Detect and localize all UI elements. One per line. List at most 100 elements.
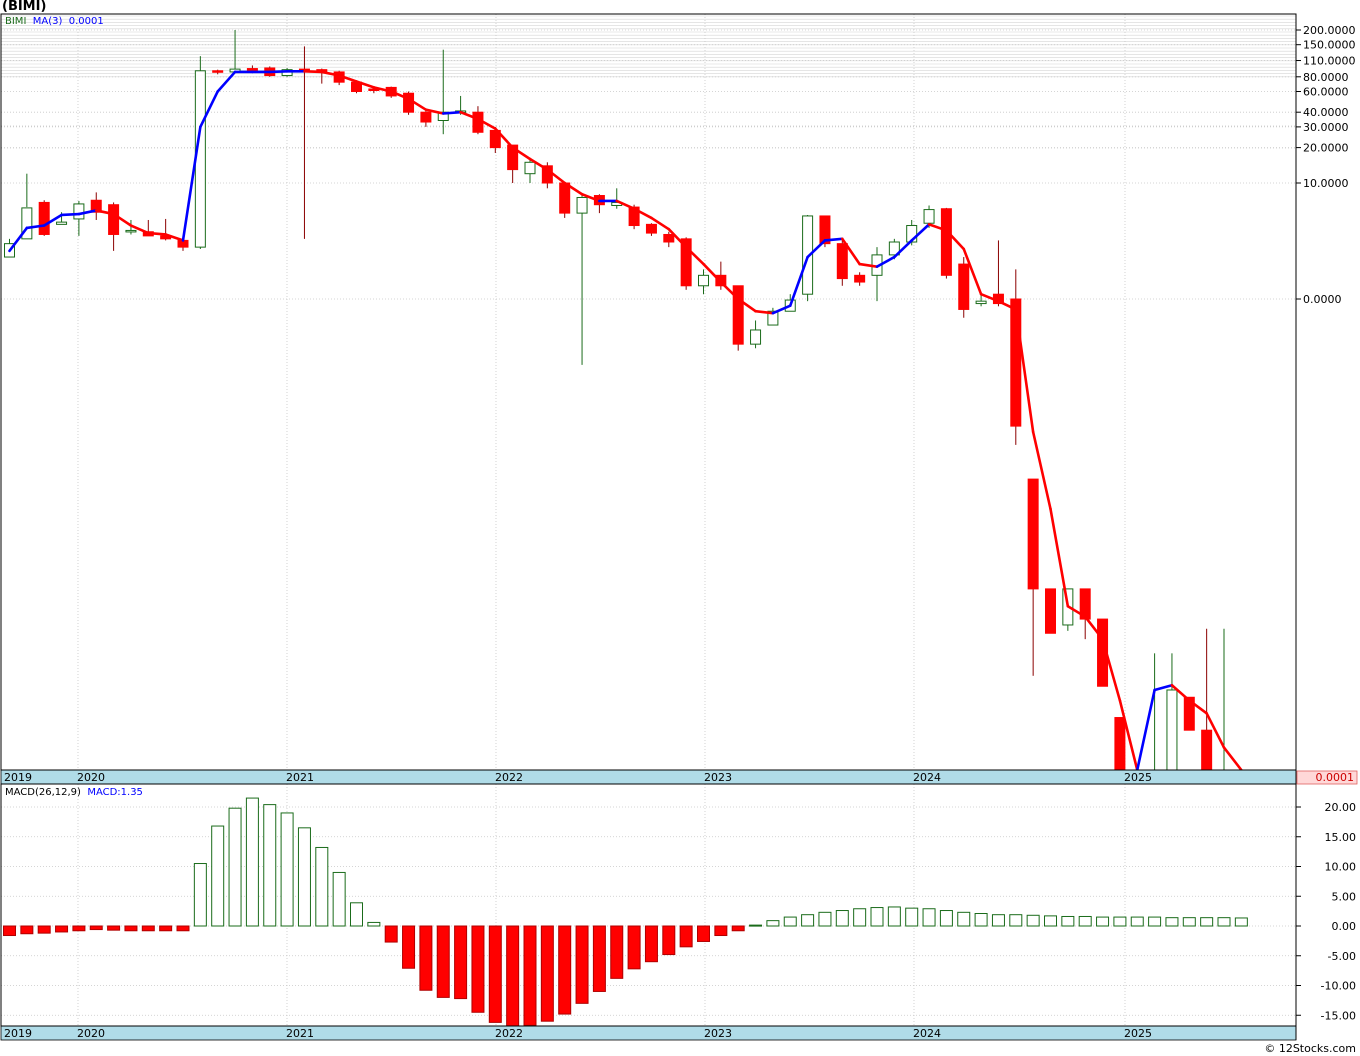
candle-body <box>38 201 50 235</box>
candle-body <box>923 209 935 224</box>
macd-bar <box>679 925 693 948</box>
candle-body <box>420 111 432 123</box>
macd-bar <box>1200 917 1214 927</box>
price-x-tick-label: 2025 <box>1124 771 1152 784</box>
ma3-segment <box>1222 746 1243 772</box>
macd-y-tick-label: 0.00 <box>1332 920 1357 933</box>
price-y-tick-label: 200.0000 <box>1303 24 1356 37</box>
candle-body <box>194 70 206 248</box>
price-x-tick-label: 2024 <box>913 771 941 784</box>
price-x-tick-label: 2023 <box>704 771 732 784</box>
macd-bar <box>558 925 572 1015</box>
macd-bar <box>367 921 381 927</box>
stock-chart: 200.0000 150.0000 110.0000 80.000060.0000 40… <box>0 13 1358 1041</box>
macd-bar <box>627 925 641 970</box>
macd-bar <box>228 807 242 927</box>
macd-bar <box>835 910 849 927</box>
macd-bar <box>887 906 901 927</box>
candle-body <box>212 70 224 73</box>
macd-y-tick-label: 20.00 <box>1325 801 1357 814</box>
macd-bar <box>159 925 173 932</box>
candle-body <box>1201 729 1213 771</box>
macd-x-tick-label: 2023 <box>704 1027 732 1040</box>
macd-y-tick-label: -10.00 <box>1321 980 1356 993</box>
macd-bar <box>540 925 554 1022</box>
price-y-tick-label: 110.0000 <box>1303 55 1356 68</box>
macd-bar <box>905 907 919 927</box>
macd-x-tick-label: 2022 <box>495 1027 523 1040</box>
macd-bar <box>1061 915 1075 927</box>
macd-bar <box>263 804 277 927</box>
price-y-axis: 200.0000 150.0000 110.0000 80.000060.0000 40… <box>1296 24 1356 306</box>
price-y-tick-label: 150.0000 <box>1303 39 1356 52</box>
candle-body <box>940 208 952 276</box>
macd-bar <box>488 925 502 1023</box>
macd-x-tick-label: 2020 <box>77 1027 105 1040</box>
candle-body <box>56 221 68 225</box>
macd-bar <box>1096 916 1110 927</box>
price-y-tick-label: 10.0000 <box>1303 177 1349 190</box>
macd-bar <box>1044 915 1057 927</box>
ma3-segment <box>216 70 237 93</box>
macd-bar <box>211 825 225 927</box>
macd-bar <box>89 925 103 931</box>
macd-legend-label: MACD(26,12,9) <box>5 787 81 798</box>
macd-y-tick-label: -5.00 <box>1328 950 1356 963</box>
ma3-segment <box>441 110 462 115</box>
price-candles <box>4 30 1247 772</box>
price-x-axis-band <box>0 769 1297 785</box>
price-y-tick-label: 40.0000 <box>1303 106 1349 119</box>
ma3-line <box>8 70 1243 772</box>
macd-bar <box>350 902 363 927</box>
price-x-tick-label: 2021 <box>286 771 314 784</box>
candle-body <box>854 274 866 283</box>
candle-body <box>559 182 571 214</box>
price-legend-ma-value: 0.0001 <box>68 16 104 27</box>
candle-body <box>698 274 709 287</box>
price-y-tick-label: 0.0000 <box>1303 293 1342 306</box>
macd-legend: MACD(26,12,9) MACD:1.35 <box>5 787 143 798</box>
macd-bar <box>37 925 51 934</box>
macd-bar <box>592 925 606 992</box>
ma3-segment <box>8 226 29 253</box>
macd-y-tick-label: 15.00 <box>1325 831 1357 844</box>
candle-body <box>576 196 588 214</box>
macd-bar <box>714 925 728 937</box>
macd-bar <box>1217 917 1231 927</box>
macd-bar <box>1009 914 1023 927</box>
candle-body <box>958 263 970 310</box>
macd-bar <box>1182 917 1196 927</box>
macd-bar <box>506 925 520 1028</box>
macd-bar <box>1165 917 1179 927</box>
candle-body <box>836 243 848 280</box>
candle-body <box>1114 717 1126 771</box>
price-x-tick-label: 2019 <box>4 771 32 784</box>
macd-bar <box>402 925 416 969</box>
macd-bar <box>107 925 121 931</box>
macd-bar <box>436 925 450 998</box>
macd-bar <box>384 925 398 943</box>
macd-bar <box>801 914 815 927</box>
price-x-axis: 2019 2020 2021 2022 2023 2024 2025 0.0001 <box>0 769 1358 785</box>
ma3-segment <box>823 237 844 242</box>
macd-bar <box>731 925 745 932</box>
macd-bar <box>818 911 832 927</box>
macd-bar <box>280 812 294 927</box>
macd-bar <box>853 908 867 927</box>
macd-bar <box>610 925 624 979</box>
macd-bar <box>1234 917 1248 927</box>
ma3-segment <box>60 212 81 217</box>
price-x-tick-label: 2022 <box>495 771 523 784</box>
candle-body <box>750 329 762 345</box>
macd-bar <box>523 925 537 1026</box>
macd-bar <box>193 863 207 927</box>
macd-bar <box>697 925 710 942</box>
price-legend: BIMI MA(3) 0.0001 <box>5 16 104 27</box>
macd-bar <box>454 925 468 1000</box>
macd-bar <box>766 920 780 927</box>
macd-bar <box>176 925 190 932</box>
candle-body <box>663 233 675 243</box>
price-x-tick-label: 2020 <box>77 771 105 784</box>
price-legend-ma: MA(3) <box>32 16 63 27</box>
macd-bar <box>870 907 884 927</box>
